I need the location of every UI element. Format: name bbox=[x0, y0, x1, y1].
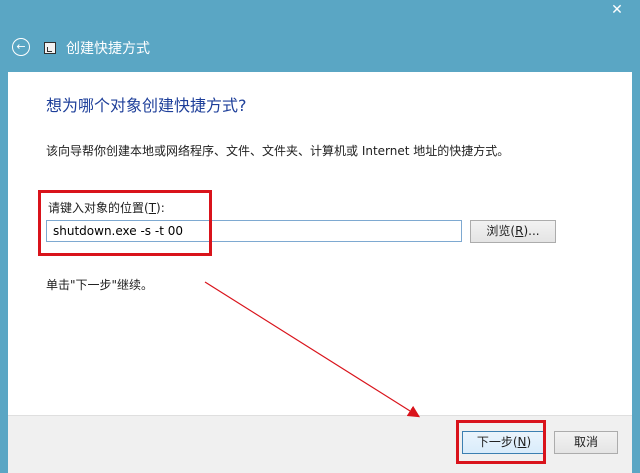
back-button[interactable]: ← bbox=[12, 38, 30, 56]
wizard-content: 想为哪个对象创建快捷方式? 该向导帮你创建本地或网络程序、文件、文件夹、计算机或… bbox=[8, 72, 632, 472]
title-bar: ✕ ← 创建快捷方式 bbox=[0, 0, 640, 72]
cancel-button[interactable]: 取消 bbox=[554, 431, 618, 454]
browse-prefix: 浏览( bbox=[486, 224, 516, 238]
browse-button[interactable]: 浏览(R)... bbox=[470, 220, 556, 243]
close-button[interactable]: ✕ bbox=[602, 0, 632, 20]
location-highlight-box bbox=[38, 190, 212, 256]
shortcut-icon bbox=[44, 42, 56, 54]
next-highlight-box bbox=[456, 420, 546, 464]
browse-suffix: )... bbox=[523, 224, 540, 238]
window-title: 创建快捷方式 bbox=[66, 41, 150, 57]
page-description: 该向导帮你创建本地或网络程序、文件、文件夹、计算机或 Internet 地址的快… bbox=[46, 144, 510, 158]
page-heading: 想为哪个对象创建快捷方式? bbox=[46, 96, 247, 115]
continue-hint: 单击"下一步"继续。 bbox=[46, 278, 154, 292]
